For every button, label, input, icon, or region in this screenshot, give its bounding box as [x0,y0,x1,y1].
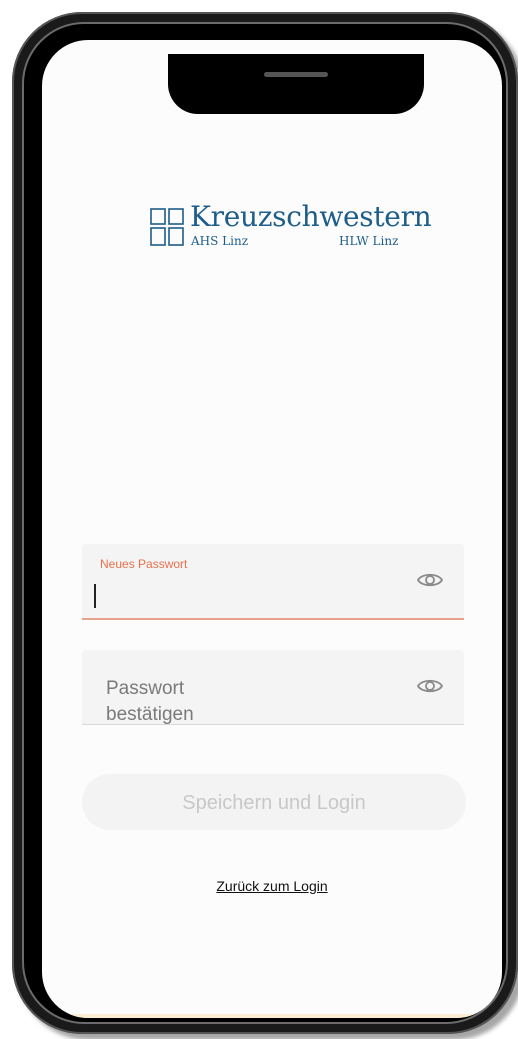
confirm-password-field[interactable]: Passwort bestätigen [82,650,464,725]
back-to-login-link[interactable]: Zurück zum Login [42,878,502,894]
logo-sub-left: AHS Linz [191,234,249,248]
phone-frame: WebUntis Login Kreuzschwestern AHS Linz … [12,12,518,1034]
app-screen: WebUntis Login Kreuzschwestern AHS Linz … [42,40,502,1018]
logo-name: Kreuzschwestern [190,200,432,233]
speaker-grille [264,72,328,77]
confirm-password-placeholder: Passwort bestätigen [106,678,194,725]
cross-logo-icon [150,208,184,246]
save-and-login-button[interactable]: Speichern und Login [82,774,466,830]
text-cursor [94,584,96,608]
logo-sub-right: HLW Linz [339,234,399,248]
eye-icon[interactable] [416,674,444,698]
phone-notch [168,54,424,114]
eye-icon[interactable] [416,568,444,592]
school-logo: Kreuzschwestern AHS Linz HLW Linz [150,200,432,252]
new-password-label: Neues Passwort [100,557,188,571]
new-password-field[interactable]: Neues Passwort [82,544,464,620]
screen-edge [42,1014,502,1018]
